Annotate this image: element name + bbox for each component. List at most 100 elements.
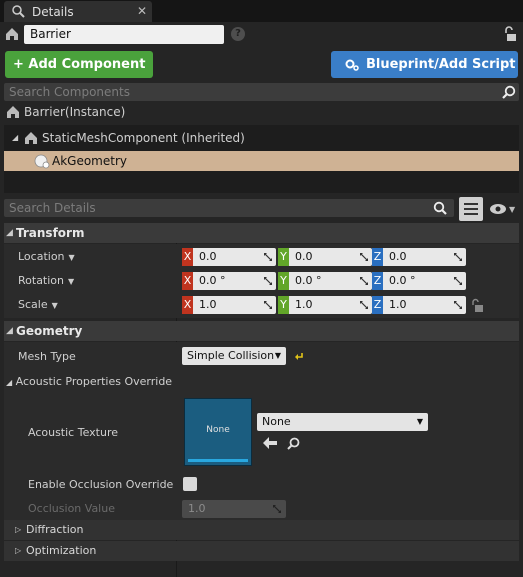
drag-handle-icon[interactable] [453, 276, 463, 286]
number-input[interactable]: 1.0 [289, 296, 372, 314]
optimization-row[interactable]: ▷ Optimization [4, 541, 519, 561]
number-input[interactable]: 1.0 [383, 296, 466, 314]
actor-name-row: Barrier ? [0, 22, 523, 47]
search-icon[interactable] [433, 201, 447, 215]
eye-dropdown-icon[interactable]: ▼ [509, 205, 515, 214]
axis-x-label: X [182, 296, 193, 314]
value: 0.0 [295, 250, 313, 263]
acoustic-texture-thumbnail[interactable]: None [184, 398, 252, 466]
axis-z-label: Z [372, 248, 383, 266]
drag-handle-icon [273, 505, 281, 513]
drag-handle-icon[interactable] [453, 300, 463, 310]
sphere-icon [34, 154, 50, 169]
dropdown-value: None [262, 415, 291, 428]
number-input[interactable]: 0.0 [193, 248, 276, 266]
actor-icon [7, 106, 19, 118]
mesh-type-label: Mesh Type [18, 350, 76, 363]
category-title: Geometry [16, 324, 83, 338]
axis-x-label: X [182, 248, 193, 266]
expand-triangle-icon[interactable]: ◢ [12, 128, 18, 148]
occlusion-override-label: Enable Occlusion Override [28, 478, 174, 491]
drag-handle-icon[interactable] [359, 276, 369, 286]
drag-handle-icon[interactable] [263, 300, 273, 310]
browse-search-icon[interactable] [287, 437, 300, 450]
tree-item-akgeometry[interactable]: AkGeometry [4, 151, 519, 171]
axis-z-label: Z [372, 296, 383, 314]
rotation-label[interactable]: Rotation ▼ [18, 274, 74, 287]
axis-y-label: Y [278, 248, 289, 266]
unlock-icon[interactable] [503, 26, 517, 42]
tree-item-label: StaticMeshComponent (Inherited) [42, 131, 245, 145]
mesh-type-dropdown[interactable]: Simple Collision ▼ [182, 347, 286, 365]
collapse-triangle-icon: ◢ [6, 228, 13, 238]
dropdown-value: Simple Collision [187, 349, 275, 362]
acoustic-texture-dropdown[interactable]: None ▼ [257, 413, 428, 431]
category-geometry[interactable]: ◢ Geometry [4, 321, 519, 341]
help-icon[interactable]: ? [231, 27, 245, 41]
number-input[interactable]: 0.0 [289, 248, 372, 266]
unlock-icon[interactable] [471, 298, 484, 313]
collapse-triangle-icon: ◢ [6, 326, 13, 336]
location-label[interactable]: Location ▼ [18, 250, 75, 263]
axis-y-label: Y [278, 296, 289, 314]
location-text: Location [18, 250, 65, 263]
acoustic-texture-label: Acoustic Texture [28, 426, 118, 439]
value: 0.0 ° [295, 274, 322, 287]
number-input[interactable]: 1.0 [193, 296, 276, 314]
axis-x-label: X [182, 272, 193, 290]
actor-icon [25, 132, 37, 144]
view-options-button[interactable] [459, 197, 483, 221]
category-transform[interactable]: ◢ Transform [4, 223, 519, 243]
diffraction-row[interactable]: ▷ Diffraction [4, 520, 519, 540]
tab-details[interactable]: Details ✕ [4, 1, 152, 22]
thumbnail-asset-bar [188, 459, 248, 462]
close-icon[interactable]: ✕ [137, 4, 147, 18]
reset-to-default-icon[interactable] [294, 351, 304, 361]
number-input[interactable]: 0.0 ° [383, 272, 466, 290]
value: 1.0 [199, 298, 217, 311]
chevron-down-icon: ▼ [416, 417, 423, 426]
tree-item-label: AkGeometry [52, 154, 127, 168]
value: 0.0 ° [199, 274, 226, 287]
tab-title: Details [32, 5, 74, 19]
chevron-down-icon: ▼ [51, 301, 58, 310]
value: 1.0 [389, 298, 407, 311]
number-input[interactable]: 0.0 ° [289, 272, 372, 290]
axis-y-label: Y [278, 272, 289, 290]
drag-handle-icon[interactable] [263, 252, 273, 262]
search-details-input[interactable]: Search Details [4, 199, 454, 217]
search-components-input[interactable]: Search Components [4, 83, 519, 101]
scale-text: Scale [18, 298, 48, 311]
value: 1.0 [188, 502, 206, 515]
diffraction-label: Diffraction [26, 523, 84, 536]
collapse-triangle-icon: ◢ [6, 378, 13, 387]
drag-handle-icon[interactable] [453, 252, 463, 262]
occlusion-value-input[interactable]: 1.0 [182, 500, 286, 518]
acoustic-override-row[interactable]: ◢ Acoustic Properties Override [6, 375, 172, 388]
drag-handle-icon[interactable] [263, 276, 273, 286]
chevron-down-icon: ▼ [274, 351, 281, 360]
blueprint-add-script-button[interactable]: Blueprint/Add Script [331, 51, 518, 78]
occlusion-override-checkbox[interactable] [183, 477, 197, 491]
drag-handle-icon[interactable] [359, 300, 369, 310]
actor-name-input[interactable]: Barrier [24, 25, 224, 44]
tab-bar: Details ✕ [0, 0, 523, 22]
thumbnail-text: None [206, 425, 230, 435]
occlusion-value-label: Occlusion Value [28, 502, 115, 515]
eye-icon[interactable] [489, 203, 507, 215]
add-component-button[interactable]: + Add Component ▾ [5, 51, 153, 99]
number-input[interactable]: 0.0 ° [193, 272, 276, 290]
scale-label[interactable]: Scale ▼ [18, 298, 58, 311]
gear-icon [345, 59, 359, 71]
chevron-down-icon: ▼ [68, 253, 75, 262]
instance-row[interactable]: Barrier(Instance) [4, 102, 519, 122]
blueprint-label: Blueprint/Add Script [366, 57, 516, 72]
search-icon[interactable] [502, 85, 516, 99]
category-title: Transform [16, 226, 85, 240]
tree-item-staticmesh[interactable]: ◢ StaticMeshComponent (Inherited) [10, 128, 515, 148]
number-input[interactable]: 0.0 [383, 248, 466, 266]
drag-handle-icon[interactable] [359, 252, 369, 262]
acoustic-override-label: Acoustic Properties Override [15, 375, 173, 388]
details-icon [12, 5, 25, 18]
use-selected-arrow-icon[interactable] [263, 437, 277, 449]
